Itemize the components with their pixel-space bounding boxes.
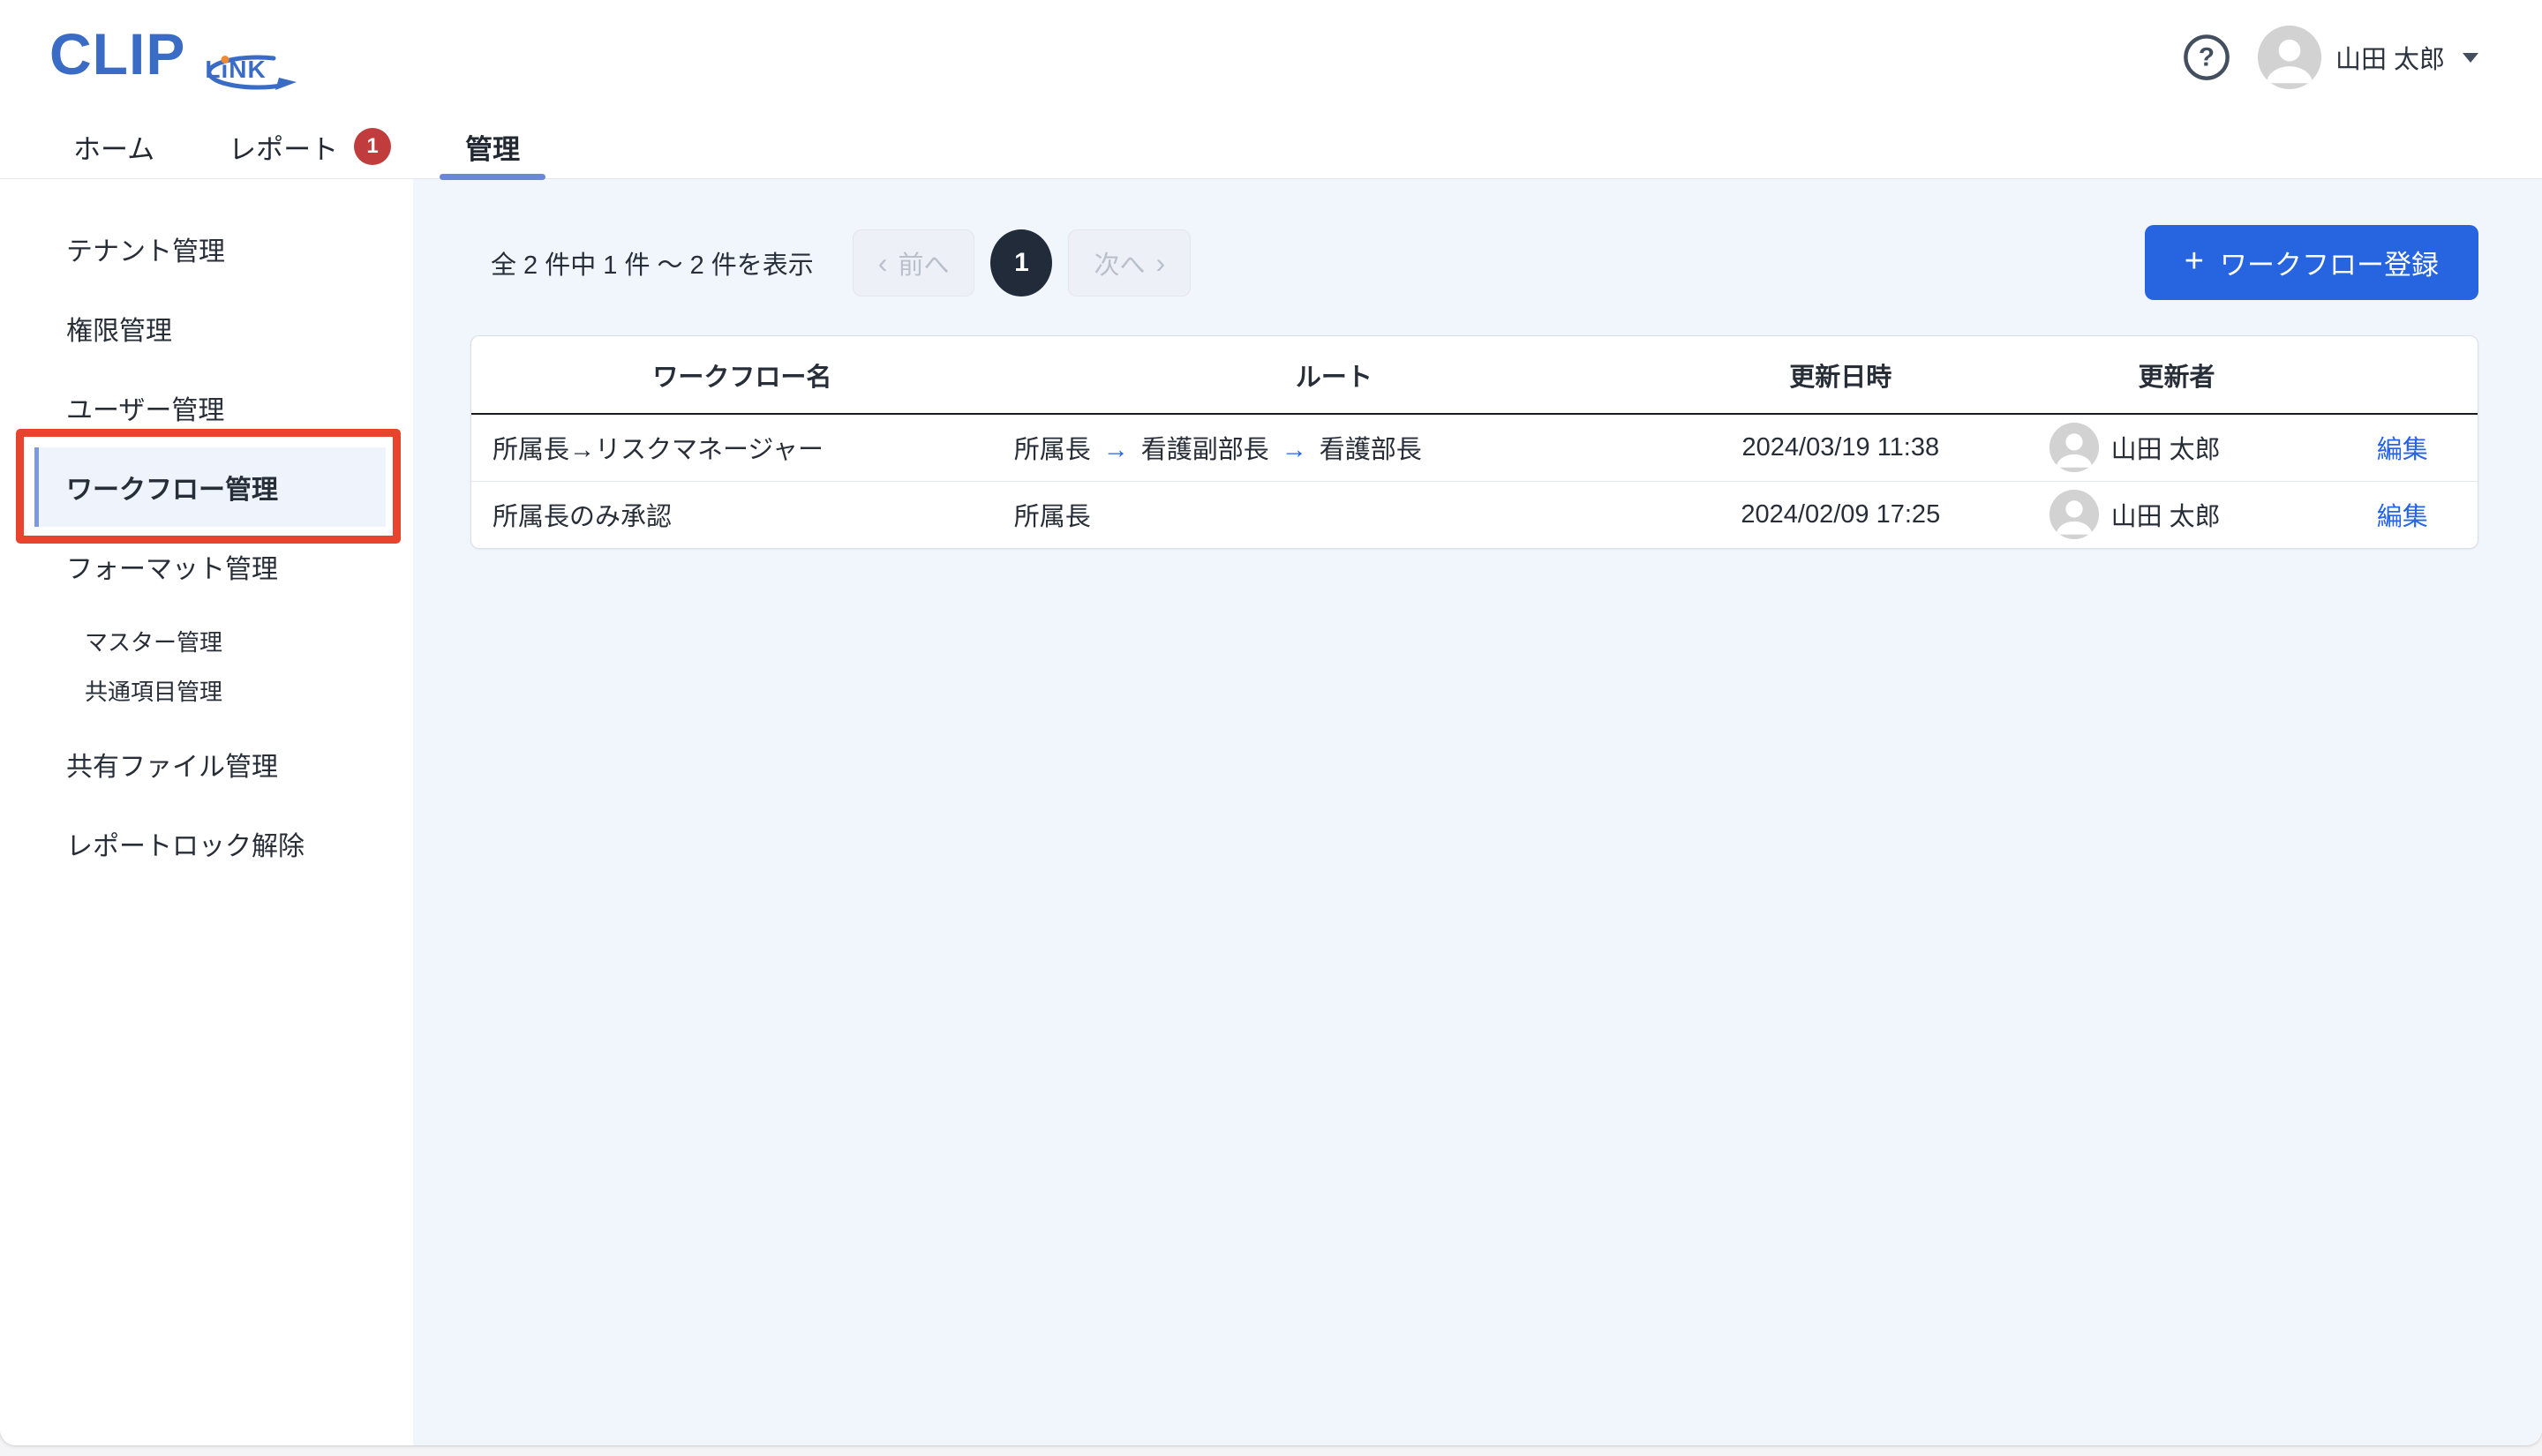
tab-reports-label: レポート <box>229 127 338 167</box>
sidebar-item-common-field-management[interactable]: 共通項目管理 <box>0 665 413 715</box>
person-icon <box>2258 26 2321 89</box>
edit-link[interactable]: 編集 <box>2377 503 2428 531</box>
table-row: 所属長→リスクマネージャー 所属長 → 看護副部長 → 看護部長 2024/03/19 … <box>471 414 2478 481</box>
chevron-down-icon <box>2463 53 2478 63</box>
column-header-updater: 更新者 <box>2027 336 2328 414</box>
table-row: 所属長のみ承認 所属長 2024/02/09 17:25 <box>471 481 2478 548</box>
tab-admin[interactable]: 管理 <box>465 115 520 178</box>
route-step: 看護副部長 <box>1141 436 1269 464</box>
workflow-table-card: ワークフロー名 ルート 更新日時 更新者 所属長→リスクマネージャー 所属長 → 看… <box>470 335 2478 549</box>
app-window: CLIP LiNK ? <box>0 0 2542 1445</box>
column-header-route: ルート <box>1013 336 1655 414</box>
route-step: 所属長 <box>1014 436 1091 464</box>
workflow-name-cell: 所属長のみ承認 <box>471 481 1013 548</box>
route-arrow-icon: → <box>1282 436 1307 464</box>
prev-page-label: 前へ <box>898 244 949 281</box>
sidebar-item-user-management[interactable]: ユーザー管理 <box>0 368 413 447</box>
logo-clip-text: CLIP <box>49 17 185 91</box>
updater-name: 山田 太郎 <box>2111 429 2221 466</box>
register-workflow-button[interactable]: + ワークフロー登録 <box>2145 225 2478 300</box>
pagination-summary: 全 2 件中 1 件 ～ 2 件を表示 <box>491 244 814 281</box>
sidebar-item-permission-management[interactable]: 権限管理 <box>0 289 413 368</box>
column-header-updated-at: 更新日時 <box>1655 336 2027 414</box>
person-icon <box>2049 490 2099 539</box>
chevron-right-icon: › <box>1155 249 1165 277</box>
route-step: 所属長 <box>1014 503 1091 531</box>
list-toolbar: 全 2 件中 1 件 ～ 2 件を表示 ‹ 前へ 1 次へ › + ワークフロー… <box>470 225 2478 300</box>
table-header-row: ワークフロー名 ルート 更新日時 更新者 <box>471 336 2478 414</box>
sidebar-item-report-lock-release[interactable]: レポートロック解除 <box>0 804 413 883</box>
main-nav-tabs: ホーム レポート 1 管理 <box>0 115 2542 179</box>
sidebar-item-tenant-management[interactable]: テナント管理 <box>0 209 413 289</box>
admin-sidebar: テナント管理 権限管理 ユーザー管理 ワークフロー管理 フォーマット管理 マスタ… <box>0 179 413 1445</box>
content-row: テナント管理 権限管理 ユーザー管理 ワークフロー管理 フォーマット管理 マスタ… <box>0 179 2542 1445</box>
chevron-left-icon: ‹ <box>878 249 888 277</box>
clip-link-logo[interactable]: CLIP LiNK <box>49 17 304 98</box>
top-bar: CLIP LiNK ? <box>0 0 2542 115</box>
updated-at-cell: 2024/02/09 17:25 <box>1655 481 2027 548</box>
svg-text:?: ? <box>2199 43 2215 72</box>
updater-avatar <box>2049 423 2099 472</box>
updater-cell: 山田 太郎 <box>2027 481 2328 548</box>
route-step: 看護部長 <box>1320 436 1422 464</box>
workflow-table: ワークフロー名 ルート 更新日時 更新者 所属長→リスクマネージャー 所属長 → 看… <box>471 336 2478 548</box>
route-cell: 所属長 → 看護副部長 → 看護部長 <box>1013 414 1655 481</box>
tab-home-label: ホーム <box>73 127 154 167</box>
next-page-button[interactable]: 次へ › <box>1068 229 1191 296</box>
next-page-label: 次へ <box>1094 244 1145 281</box>
main-content: 全 2 件中 1 件 ～ 2 件を表示 ‹ 前へ 1 次へ › + ワークフロー… <box>413 179 2542 1445</box>
logo-link-swoosh: LiNK <box>182 49 304 96</box>
prev-page-button[interactable]: ‹ 前へ <box>853 229 975 296</box>
updater-avatar <box>2049 490 2099 539</box>
updater-cell: 山田 太郎 <box>2027 414 2328 481</box>
top-bar-right: ? 山田 太郎 <box>2182 26 2478 89</box>
sidebar-item-shared-file-management[interactable]: 共有ファイル管理 <box>0 724 413 804</box>
user-avatar <box>2258 26 2321 89</box>
person-icon <box>2049 423 2099 472</box>
actions-cell: 編集 <box>2328 481 2478 548</box>
tab-home[interactable]: ホーム <box>73 115 154 178</box>
user-name: 山田 太郎 <box>2335 39 2445 76</box>
workflow-name-cell: 所属長→リスクマネージャー <box>471 414 1013 481</box>
logo-link-text: LiNK <box>205 56 266 84</box>
help-icon[interactable]: ? <box>2182 33 2231 82</box>
actions-cell: 編集 <box>2328 414 2478 481</box>
updated-at-cell: 2024/03/19 11:38 <box>1655 414 2027 481</box>
route-cell: 所属長 <box>1013 481 1655 548</box>
user-menu[interactable]: 山田 太郎 <box>2258 26 2478 89</box>
logo-i-orange-dot: i <box>221 56 229 83</box>
tab-reports[interactable]: レポート 1 <box>229 115 391 178</box>
current-page-indicator[interactable]: 1 <box>990 229 1052 296</box>
sidebar-item-workflow-management[interactable]: ワークフロー管理 <box>34 447 386 527</box>
register-workflow-label: ワークフロー登録 <box>2220 243 2439 282</box>
sidebar-item-master-management[interactable]: マスター管理 <box>0 616 413 665</box>
updater-name: 山田 太郎 <box>2111 496 2221 533</box>
notification-badge: 1 <box>354 128 391 165</box>
pagination-controls: ‹ 前へ 1 次へ › <box>853 229 1191 296</box>
route-arrow-icon: → <box>1103 436 1129 464</box>
sidebar-item-format-management[interactable]: フォーマット管理 <box>0 527 413 606</box>
tab-admin-label: 管理 <box>465 127 520 167</box>
edit-link[interactable]: 編集 <box>2377 436 2428 464</box>
column-header-workflow-name: ワークフロー名 <box>471 336 1013 414</box>
column-header-actions <box>2328 336 2478 414</box>
plus-icon: + <box>2185 244 2204 278</box>
